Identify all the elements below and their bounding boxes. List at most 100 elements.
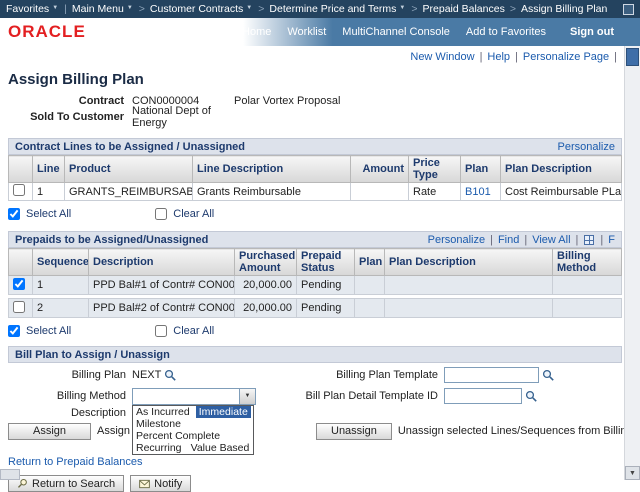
- column-header-plan: Plan: [461, 156, 501, 183]
- bill-plan-detail-label: Bill Plan Detail Template ID: [272, 390, 444, 402]
- contract-lines-grid: Line Product Line Description Amount Pri…: [8, 155, 622, 201]
- plan-link[interactable]: B101: [465, 186, 491, 198]
- cell-product: GRANTS_REIMBURSABL: [65, 183, 193, 201]
- billing-plan-label: Billing Plan: [8, 369, 132, 381]
- billing-plan-row: Billing Plan NEXT Billing Plan Template: [8, 366, 622, 384]
- view-all-link[interactable]: View All: [532, 234, 570, 246]
- breadcrumb-determine-price-terms[interactable]: Determine Price and Terms: [269, 3, 396, 15]
- personalize-link[interactable]: Personalize: [428, 234, 485, 246]
- billing-plan-template-input[interactable]: [444, 367, 539, 383]
- header-links: Home Worklist MultiChannel Console Add t…: [242, 26, 640, 38]
- row-select-checkbox[interactable]: [13, 184, 25, 196]
- first-link[interactable]: F: [608, 234, 615, 246]
- contract-lines-title: Contract Lines to be Assigned / Unassign…: [15, 141, 245, 153]
- dropdown-option[interactable]: Recurring: [133, 442, 185, 454]
- page-links: New Window | Help | Personalize Page |: [8, 50, 622, 63]
- breadcrumb-customer-contracts[interactable]: Customer Contracts: [150, 3, 243, 15]
- download-grid-icon[interactable]: [584, 235, 594, 245]
- cell-line: 1: [33, 183, 65, 201]
- breadcrumb-separator: >: [510, 3, 516, 15]
- link-separator: |: [614, 51, 617, 63]
- unassign-button[interactable]: Unassign: [316, 423, 392, 440]
- notify-label: Notify: [154, 478, 182, 490]
- return-to-prepaid-balances-link[interactable]: Return to Prepaid Balances: [8, 456, 168, 469]
- lookup-icon[interactable]: [542, 369, 555, 382]
- column-header-line: Line: [33, 156, 65, 183]
- billing-method-select[interactable]: ▼ As Incurred Immediate Milestone Percen…: [132, 388, 256, 405]
- help-link[interactable]: Help: [487, 51, 510, 63]
- dropdown-arrow-icon[interactable]: ▼: [239, 389, 255, 404]
- scrollbar-thumb[interactable]: [626, 48, 639, 66]
- multichannel-console-link[interactable]: MultiChannel Console: [342, 26, 450, 38]
- select-all-label[interactable]: Select All: [26, 325, 71, 337]
- dropdown-option[interactable]: Milestone: [133, 418, 184, 430]
- add-to-favorites-link[interactable]: Add to Favorites: [466, 26, 546, 38]
- lookup-icon[interactable]: [164, 369, 177, 382]
- column-header-prepaid-status: Prepaid Status: [297, 249, 355, 276]
- cell-plan-description: [385, 276, 553, 295]
- row-select-checkbox[interactable]: [13, 301, 25, 313]
- billing-plan-template-label: Billing Plan Template: [272, 369, 444, 381]
- return-to-search-button[interactable]: Return to Search: [8, 475, 124, 492]
- nav-bar-icon[interactable]: [623, 4, 634, 15]
- breadcrumb-prepaid-balances[interactable]: Prepaid Balances: [423, 3, 505, 15]
- cell-line-description: Grants Reimbursable: [193, 183, 351, 201]
- cell-plan: [355, 299, 385, 318]
- column-header-plan: Plan: [355, 249, 385, 276]
- sold-to-value: National Dept of Energy: [132, 105, 234, 129]
- dropdown-option[interactable]: Value Based: [188, 442, 253, 454]
- personalize-link[interactable]: Personalize: [558, 141, 615, 153]
- prepaids-title: Prepaids to be Assigned/Unassigned: [15, 234, 208, 246]
- clear-all-label[interactable]: Clear All: [173, 325, 214, 337]
- vertical-scrollbar[interactable]: ▼: [624, 46, 640, 480]
- table-row: 1 GRANTS_REIMBURSABL Grants Reimbursable…: [9, 183, 622, 201]
- lookup-icon[interactable]: [525, 390, 538, 403]
- dropdown-option-selected[interactable]: Immediate: [196, 406, 251, 418]
- contract-description: Polar Vortex Proposal: [234, 95, 340, 107]
- bill-plan-detail-input[interactable]: [444, 388, 522, 404]
- home-link[interactable]: Home: [242, 26, 271, 38]
- personalize-page-link[interactable]: Personalize Page: [523, 51, 609, 63]
- billing-method-dropdown-list: As Incurred Immediate Milestone Percent …: [132, 405, 254, 455]
- cell-plan-description: [385, 299, 553, 318]
- clear-all-checkbox[interactable]: [155, 325, 167, 337]
- cell-description: PPD Bal#2 of Contr# CON0000004: [89, 299, 235, 318]
- chevron-down-icon: ▼: [399, 5, 405, 11]
- find-link[interactable]: Find: [498, 234, 519, 246]
- dropdown-option[interactable]: Percent Complete: [133, 430, 223, 442]
- cell-prepaid-status: Pending: [297, 276, 355, 295]
- cell-sequence: 1: [33, 276, 89, 295]
- breadcrumb-separator: |: [64, 3, 67, 15]
- sign-out-link[interactable]: Sign out: [570, 26, 614, 38]
- notify-button[interactable]: Notify: [130, 475, 191, 492]
- clear-all-checkbox[interactable]: [155, 208, 167, 220]
- link-separator: |: [480, 51, 483, 63]
- breadcrumb-favorites[interactable]: Favorites: [6, 3, 49, 15]
- link-separator: |: [524, 234, 527, 246]
- horizontal-scrollbar-corner[interactable]: [0, 469, 20, 480]
- cell-plan-description: Cost Reimbursable PLan: [501, 183, 622, 201]
- billing-method-row: Billing Method ▼ As Incurred Immediate M…: [8, 387, 622, 405]
- select-all-label[interactable]: Select All: [26, 208, 71, 220]
- contract-label: Contract: [8, 95, 132, 107]
- cell-amount: [351, 183, 409, 201]
- breadcrumb-assign-billing-plan[interactable]: Assign Billing Plan: [521, 3, 607, 15]
- cell-price-type: Rate: [409, 183, 461, 201]
- worklist-link[interactable]: Worklist: [287, 26, 326, 38]
- breadcrumb-bar: Favorites▼ | Main Menu▼ > Customer Contr…: [0, 0, 640, 18]
- link-separator: |: [600, 234, 603, 246]
- select-all-checkbox[interactable]: [8, 325, 20, 337]
- scrollbar-down-arrow-icon[interactable]: ▼: [625, 466, 640, 480]
- breadcrumb-main-menu[interactable]: Main Menu: [72, 3, 124, 15]
- select-all-checkbox[interactable]: [8, 208, 20, 220]
- cell-billing-method: [553, 299, 622, 318]
- new-window-link[interactable]: New Window: [410, 51, 474, 63]
- dropdown-option[interactable]: As Incurred: [133, 406, 193, 418]
- clear-all-label[interactable]: Clear All: [173, 208, 214, 220]
- row-select-checkbox[interactable]: [13, 278, 25, 290]
- prepaids-grid: Sequence Description Purchased Amount Pr…: [8, 248, 622, 318]
- chevron-down-icon: ▼: [52, 5, 58, 11]
- assign-button[interactable]: Assign: [8, 423, 91, 440]
- chevron-down-icon: ▼: [127, 5, 133, 11]
- column-header-checkbox: [9, 249, 33, 276]
